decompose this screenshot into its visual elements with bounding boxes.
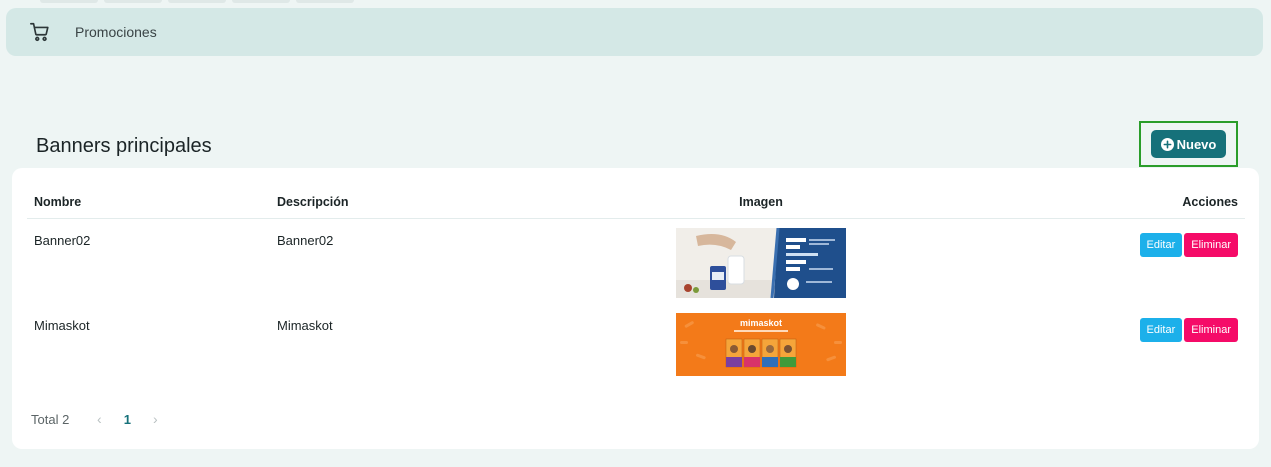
cell-imagen: mimaskot — [570, 304, 952, 382]
tab[interactable] — [104, 0, 162, 3]
table-row: Mimaskot Mimaskot mimaskot Editar Elimin… — [27, 304, 1245, 382]
cell-imagen — [570, 219, 952, 305]
cell-acciones: Editar Eliminar — [952, 304, 1245, 382]
pagination-total: Total 2 — [31, 411, 70, 427]
cell-nombre: Mimaskot — [34, 318, 90, 333]
page-title: Banners principales — [36, 135, 212, 157]
new-button[interactable]: Nuevo — [1151, 130, 1226, 158]
edit-button[interactable]: Editar — [1139, 233, 1183, 257]
banner-image — [676, 228, 846, 298]
banner-text: mimaskot — [740, 318, 782, 328]
pagination-page-current[interactable]: 1 — [109, 412, 145, 427]
cell-acciones: Editar Eliminar — [952, 219, 1245, 305]
delete-button[interactable]: Eliminar — [1184, 318, 1238, 342]
table-header-row: Nombre Descripción Imagen Acciones — [27, 186, 1245, 219]
table-row: Banner02 Banner02 Editar Eliminar — [27, 219, 1245, 305]
chevron-left-icon[interactable]: ‹ — [89, 411, 109, 427]
tab[interactable] — [232, 0, 290, 3]
tab-strip — [40, 0, 354, 3]
cart-icon — [28, 20, 52, 44]
breadcrumb-label: Promociones — [75, 24, 157, 40]
cell-nombre: Banner02 — [34, 233, 91, 248]
new-button-highlight: Nuevo — [1139, 121, 1238, 167]
column-header-nombre[interactable]: Nombre — [27, 186, 270, 219]
banners-card: Nombre Descripción Imagen Acciones Banne… — [12, 168, 1259, 449]
new-button-label: Nuevo — [1176, 136, 1217, 152]
tab[interactable] — [296, 0, 354, 3]
mimaskot-banner-image: mimaskot — [676, 313, 846, 376]
edit-button[interactable]: Editar — [1139, 318, 1183, 342]
tab[interactable] — [40, 0, 98, 3]
column-header-descripcion[interactable]: Descripción — [270, 186, 570, 219]
column-header-imagen[interactable]: Imagen — [570, 186, 952, 219]
pagination: Total 2 ‹ 1 › — [31, 411, 165, 427]
column-header-acciones: Acciones — [952, 186, 1245, 219]
delete-button[interactable]: Eliminar — [1184, 233, 1238, 257]
chevron-right-icon[interactable]: › — [145, 411, 165, 427]
cell-descripcion: Banner02 — [277, 233, 334, 248]
tab[interactable] — [168, 0, 226, 3]
cell-descripcion: Mimaskot — [277, 318, 333, 333]
plus-circle-icon — [1160, 137, 1174, 151]
banners-table: Nombre Descripción Imagen Acciones Banne… — [27, 186, 1245, 382]
breadcrumb: Promociones — [6, 8, 1263, 56]
